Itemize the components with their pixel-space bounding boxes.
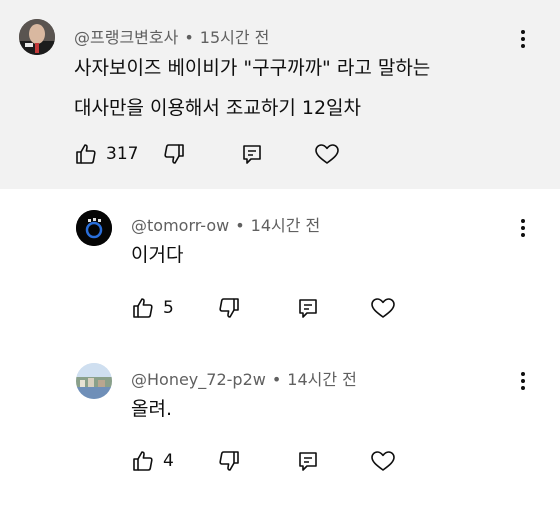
dislike-button[interactable] <box>162 139 186 169</box>
reply-button[interactable] <box>296 446 320 476</box>
heart-icon <box>370 449 396 473</box>
comment-text-line: 이거다 <box>131 244 184 266</box>
thumbs-down-icon <box>162 142 186 166</box>
like-count: 4 <box>163 451 174 471</box>
meta-separator: • <box>184 28 194 47</box>
like-count: 5 <box>163 298 174 318</box>
thumbs-down-icon <box>217 296 241 320</box>
highlighted-comment: @프랭크변호사 • 15시간 전 사자보이즈 베이비가 "구구까까" 라고 말하는 … <box>0 0 560 189</box>
thumbs-down-icon <box>217 449 241 473</box>
reply-icon <box>296 296 320 320</box>
heart-button[interactable] <box>370 446 396 476</box>
comment-time: 14시간 전 <box>287 370 357 389</box>
comment-author[interactable]: @Honey_72-p2w <box>131 370 266 389</box>
more-vertical-icon[interactable] <box>511 369 535 393</box>
comment-text-line: 올려. <box>131 398 172 420</box>
thumbs-up-icon <box>74 142 98 166</box>
comment-author[interactable]: @프랭크변호사 <box>74 28 178 47</box>
comment-time: 15시간 전 <box>199 28 270 47</box>
comment-meta: @tomorr-ow • 14시간 전 <box>131 212 320 236</box>
more-vertical-icon[interactable] <box>511 216 535 240</box>
more-vertical-icon[interactable] <box>511 27 535 51</box>
comment-author[interactable]: @tomorr-ow <box>131 216 229 235</box>
like-button[interactable]: 317 <box>74 139 138 169</box>
comment-meta: @Honey_72-p2w • 14시간 전 <box>131 366 357 390</box>
comment-text: 사자보이즈 베이비가 "구구까까" 라고 말하는 대사만을 이용해서 조교하기 … <box>74 51 430 125</box>
like-count: 317 <box>106 144 139 164</box>
comment-actions: 317 <box>74 139 374 169</box>
comment-text: 올려. <box>131 392 172 426</box>
comment-time: 14시간 전 <box>250 216 321 235</box>
thumbs-up-icon <box>131 449 155 473</box>
reply-icon <box>296 449 320 473</box>
comment-meta: @프랭크변호사 • 15시간 전 <box>74 24 269 48</box>
comment-actions: 5 <box>131 293 411 323</box>
reply-button[interactable] <box>296 293 320 323</box>
heart-button[interactable] <box>314 139 340 169</box>
comment-text-line: 사자보이즈 베이비가 "구구까까" 라고 말하는 <box>74 57 431 79</box>
avatar[interactable] <box>76 210 112 246</box>
dislike-button[interactable] <box>217 293 241 323</box>
comment-text-line: 대사만을 이용해서 조교하기 12일차 <box>74 97 362 119</box>
comment-actions: 4 <box>131 446 411 476</box>
heart-icon <box>314 142 340 166</box>
thumbs-up-icon <box>131 296 155 320</box>
like-button[interactable]: 4 <box>131 446 174 476</box>
meta-separator: • <box>271 370 282 389</box>
reply-icon <box>240 142 264 166</box>
reply-button[interactable] <box>240 139 264 169</box>
comment-text: 이거다 <box>131 238 183 272</box>
heart-button[interactable] <box>370 293 396 323</box>
avatar[interactable] <box>76 363 112 399</box>
like-button[interactable]: 5 <box>131 293 174 323</box>
avatar[interactable] <box>19 19 55 55</box>
dislike-button[interactable] <box>217 446 241 476</box>
meta-separator: • <box>235 216 245 235</box>
heart-icon <box>370 296 396 320</box>
